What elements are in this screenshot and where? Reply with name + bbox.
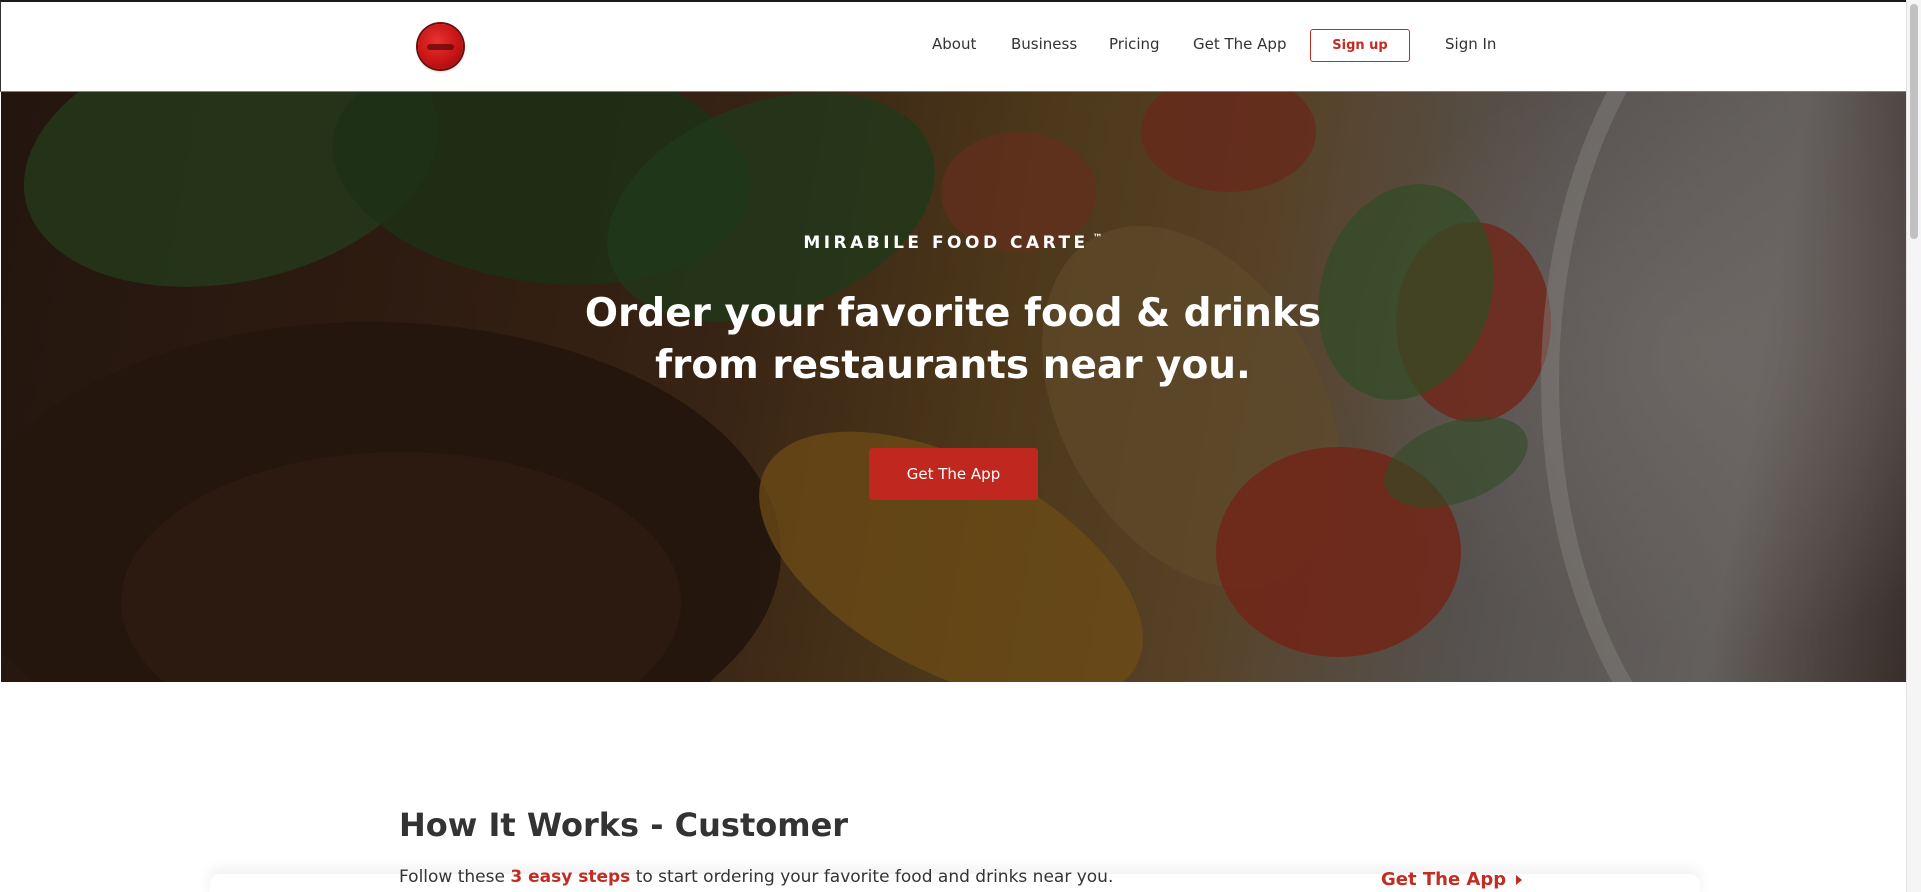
scrollbar-thumb[interactable] [1910, 4, 1918, 239]
hero-title: Order your favorite food & drinks from r… [553, 288, 1353, 392]
nav-sign-in-link[interactable]: Sign In [1445, 35, 1496, 53]
subtitle-text-before: Follow these [399, 867, 511, 887]
mirabile-logo-icon[interactable] [418, 24, 463, 69]
caret-right-icon [1516, 874, 1523, 885]
subtitle-text-after: to start ordering your favorite food and… [630, 867, 1114, 887]
hero-brand-name: MIRABILE FOOD CARTE ™ [1, 233, 1906, 253]
trademark-symbol: ™ [1092, 233, 1104, 245]
hero-section: MIRABILE FOOD CARTE ™ Order your favorite… [1, 92, 1906, 682]
section-get-app-label: Get The App [1381, 869, 1507, 890]
how-it-works-title: How It Works - Customer [399, 806, 849, 844]
section-get-app-link[interactable]: Get The App [1381, 869, 1523, 890]
easy-steps-highlight: 3 easy steps [510, 867, 631, 887]
logo-mark [427, 43, 454, 50]
hero-brand-text: MIRABILE FOOD CARTE [803, 233, 1089, 253]
sign-up-button[interactable]: Sign up [1310, 29, 1410, 62]
how-it-works-subtitle: Follow these 3 easy steps to start order… [399, 867, 1113, 887]
hero-get-app-button[interactable]: Get The App [869, 448, 1038, 500]
page: About Business Pricing Get The App Sign … [0, 0, 1921, 892]
hero-title-line-2: from restaurants near you. [655, 343, 1251, 388]
page-scrollbar[interactable] [1906, 0, 1921, 892]
nav-business-link[interactable]: Business [1011, 35, 1077, 53]
site-header: About Business Pricing Get The App Sign … [0, 0, 1906, 92]
nav-about-link[interactable]: About [932, 35, 976, 53]
hero-title-line-1: Order your favorite food & drinks [584, 291, 1322, 336]
nav-get-app-link[interactable]: Get The App [1193, 35, 1286, 53]
nav-pricing-link[interactable]: Pricing [1109, 35, 1160, 53]
